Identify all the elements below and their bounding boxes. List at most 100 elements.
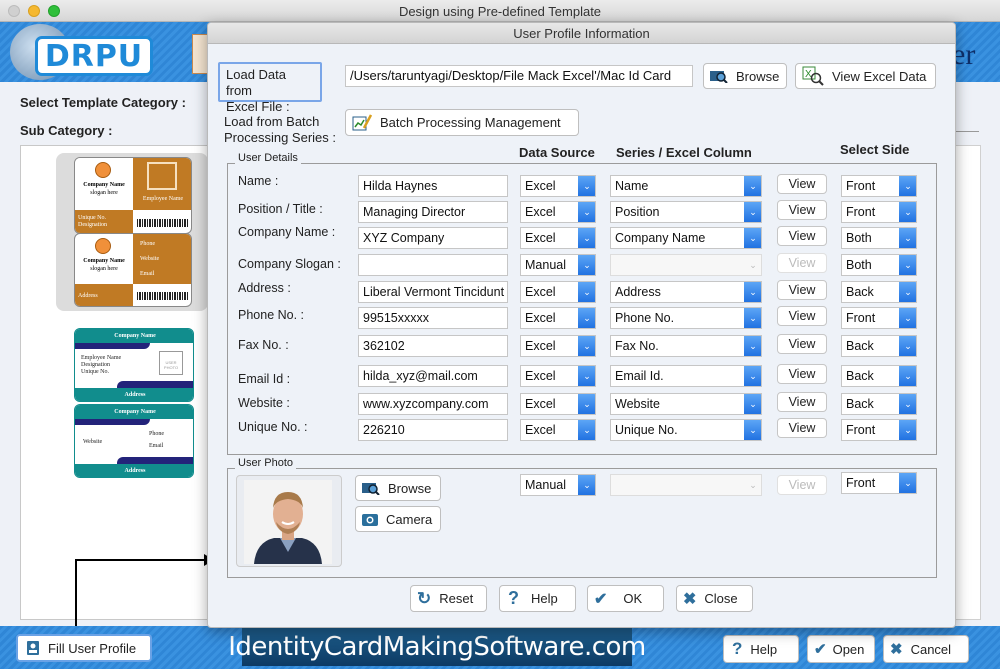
series-column-select[interactable]: Unique No. ⌄ bbox=[610, 419, 762, 441]
series-column-select[interactable]: Position ⌄ bbox=[610, 201, 762, 223]
ok-button[interactable]: ✔ OK bbox=[587, 585, 664, 612]
field-value-input[interactable]: Liberal Vermont Tincidunt bbox=[358, 281, 508, 303]
user-photo-placeholder: USER PHOTO bbox=[159, 351, 183, 375]
side-select[interactable]: Both ⌄ bbox=[841, 227, 917, 249]
data-source-select[interactable]: Excel ⌄ bbox=[520, 227, 596, 249]
chevron-down-icon: ⌄ bbox=[899, 202, 916, 222]
series-column-select[interactable]: Phone No. ⌄ bbox=[610, 307, 762, 329]
view-button[interactable]: View bbox=[777, 226, 827, 246]
field-value-input[interactable]: www.xyzcompany.com bbox=[358, 393, 508, 415]
template-back-card: Company Name Website Phone Email Address bbox=[74, 404, 194, 478]
data-source-select[interactable]: Excel ⌄ bbox=[520, 281, 596, 303]
view-button[interactable]: View bbox=[777, 200, 827, 220]
barcode bbox=[137, 219, 189, 227]
view-button[interactable]: View bbox=[777, 253, 827, 273]
data-source-select[interactable]: Excel ⌄ bbox=[520, 307, 596, 329]
photo-browse-button[interactable]: Browse bbox=[355, 475, 441, 501]
view-button[interactable]: View bbox=[777, 306, 827, 326]
template-company-name: Company Name bbox=[75, 405, 193, 419]
side-select[interactable]: Back ⌄ bbox=[841, 393, 917, 415]
data-source-value: Manual bbox=[525, 258, 566, 272]
field-value-input[interactable]: XYZ Company bbox=[358, 227, 508, 249]
close-button[interactable]: ✖ Close bbox=[676, 585, 753, 612]
close-x-icon: ✖ bbox=[683, 590, 697, 608]
side-select[interactable]: Back ⌄ bbox=[841, 335, 917, 357]
checkmark-icon: ✔ bbox=[594, 590, 608, 608]
series-column-select[interactable]: Website ⌄ bbox=[610, 393, 762, 415]
photo-view-button[interactable]: View bbox=[777, 475, 827, 495]
chevron-down-icon: ⌄ bbox=[744, 336, 761, 356]
field-value-input[interactable]: 99515xxxxx bbox=[358, 307, 508, 329]
view-button[interactable]: View bbox=[777, 334, 827, 354]
series-column-select[interactable]: Address ⌄ bbox=[610, 281, 762, 303]
photo-side-select[interactable]: Front ⌄ bbox=[841, 472, 917, 494]
cancel-button[interactable]: ✖ Cancel bbox=[883, 635, 969, 663]
data-source-select[interactable]: Excel ⌄ bbox=[520, 201, 596, 223]
template-item-teal[interactable]: Company Name Employee Name Designation U… bbox=[74, 328, 194, 480]
dialog-help-button[interactable]: ? Help bbox=[499, 585, 576, 612]
side-select[interactable]: Front ⌄ bbox=[841, 175, 917, 197]
fill-user-profile-button[interactable]: Fill User Profile bbox=[16, 634, 152, 662]
view-button[interactable]: View bbox=[777, 364, 827, 384]
field-value-input[interactable]: 226210 bbox=[358, 419, 508, 441]
field-value-input[interactable]: Hilda Haynes bbox=[358, 175, 508, 197]
side-value: Back bbox=[846, 369, 874, 383]
ruler bbox=[955, 128, 979, 132]
data-source-select[interactable]: Excel ⌄ bbox=[520, 365, 596, 387]
camera-button[interactable]: Camera bbox=[355, 506, 441, 532]
photo-data-source-value: Manual bbox=[525, 478, 566, 492]
data-source-select[interactable]: Excel ⌄ bbox=[520, 393, 596, 415]
series-column-value: Phone No. bbox=[615, 311, 675, 325]
side-select[interactable]: Both ⌄ bbox=[841, 254, 917, 276]
field-value-input[interactable]: hilda_xyz@mail.com bbox=[358, 365, 508, 387]
view-button[interactable]: View bbox=[777, 392, 827, 412]
view-button[interactable]: View bbox=[777, 418, 827, 438]
excel-path-input[interactable]: /Users/taruntyagi/Desktop/File Mack Exce… bbox=[345, 65, 693, 87]
side-select[interactable]: Back ⌄ bbox=[841, 365, 917, 387]
template-front-card: Company Name Employee Name Designation U… bbox=[74, 328, 194, 402]
open-button[interactable]: ✔ Open bbox=[807, 635, 875, 663]
side-select[interactable]: Front ⌄ bbox=[841, 307, 917, 329]
chevron-down-icon: ⌄ bbox=[578, 255, 595, 275]
series-column-select[interactable]: Fax No. ⌄ bbox=[610, 335, 762, 357]
main-help-button[interactable]: ? Help bbox=[723, 635, 799, 663]
series-column-value: Email Id. bbox=[615, 369, 664, 383]
template-item-brown[interactable]: Company Name slogan here Employee Name U… bbox=[56, 153, 208, 311]
series-column-select[interactable]: ⌄ bbox=[610, 254, 762, 276]
chevron-down-icon: ⌄ bbox=[578, 366, 595, 386]
template-email: Email bbox=[140, 271, 155, 277]
chevron-down-icon: ⌄ bbox=[899, 228, 916, 248]
chevron-down-icon: ⌄ bbox=[899, 366, 916, 386]
side-select[interactable]: Back ⌄ bbox=[841, 281, 917, 303]
excel-browse-button[interactable]: Browse bbox=[703, 63, 787, 89]
view-button[interactable]: View bbox=[777, 280, 827, 300]
field-value-input[interactable] bbox=[358, 254, 508, 276]
photo-series-column-select[interactable]: ⌄ bbox=[610, 474, 762, 496]
barcode bbox=[137, 292, 189, 300]
data-source-select[interactable]: Manual ⌄ bbox=[520, 254, 596, 276]
field-value-input[interactable]: 362102 bbox=[358, 335, 508, 357]
data-source-select[interactable]: Excel ⌄ bbox=[520, 175, 596, 197]
reset-button[interactable]: ↻ Reset bbox=[410, 585, 487, 612]
data-source-select[interactable]: Excel ⌄ bbox=[520, 335, 596, 357]
chevron-down-icon: ⌄ bbox=[744, 176, 761, 196]
field-value-input[interactable]: Managing Director bbox=[358, 201, 508, 223]
data-source-select[interactable]: Excel ⌄ bbox=[520, 419, 596, 441]
folder-search-icon bbox=[710, 69, 728, 83]
photo-data-source-select[interactable]: Manual ⌄ bbox=[520, 474, 596, 496]
user-photo-title: User Photo bbox=[235, 457, 297, 469]
side-select[interactable]: Front ⌄ bbox=[841, 419, 917, 441]
series-column-select[interactable]: Company Name ⌄ bbox=[610, 227, 762, 249]
batch-processing-management-button[interactable]: Batch Processing Management bbox=[345, 109, 579, 136]
view-excel-data-button[interactable]: X View Excel Data bbox=[795, 63, 936, 89]
series-column-select[interactable]: Email Id. ⌄ bbox=[610, 365, 762, 387]
batch-label-line1: Load from Batch bbox=[224, 114, 320, 129]
dialog-title: User Profile Information bbox=[208, 23, 955, 44]
series-column-select[interactable]: Name ⌄ bbox=[610, 175, 762, 197]
side-select[interactable]: Front ⌄ bbox=[841, 201, 917, 223]
chevron-down-icon: ⌄ bbox=[899, 282, 916, 302]
help-icon: ? bbox=[732, 639, 743, 658]
series-column-value: Website bbox=[615, 397, 660, 411]
view-button[interactable]: View bbox=[777, 174, 827, 194]
data-source-value: Excel bbox=[525, 311, 556, 325]
